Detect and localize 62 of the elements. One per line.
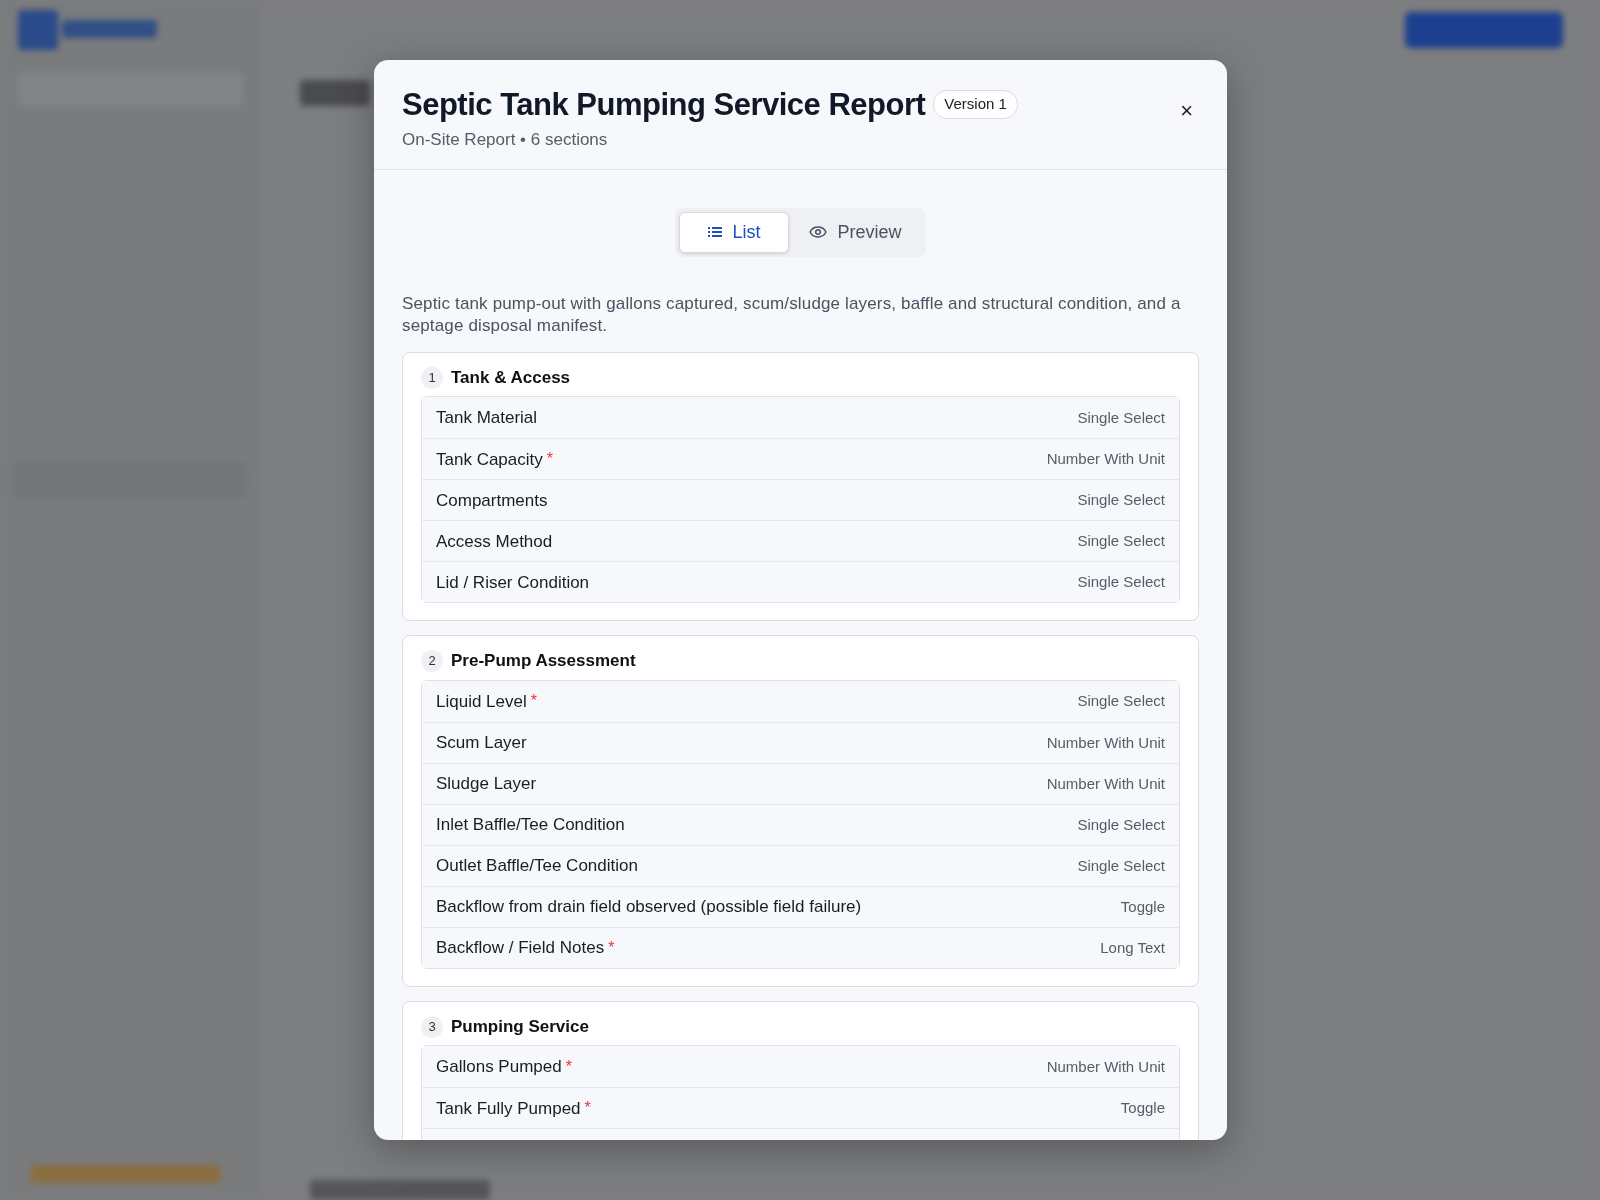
section-title: Tank & Access	[451, 366, 571, 389]
field-type: Single Select	[1077, 814, 1165, 835]
required-mark: *	[546, 449, 553, 470]
field-label: Outlet Baffle/Tee Condition	[436, 855, 638, 878]
field-label: Access Method	[436, 530, 553, 553]
field-label: Tank Capacity	[436, 448, 543, 471]
eye-icon	[809, 226, 828, 239]
dialog-subtitle: On-Site Report • 6 sections	[402, 129, 609, 152]
field-label: Compartments	[436, 489, 548, 512]
required-mark: *	[565, 1056, 572, 1077]
field-label: Gallons Pumped	[436, 1056, 562, 1079]
section-title: Pre-Pump Assessment	[451, 650, 636, 673]
field-type: Number With Unit	[1046, 773, 1165, 794]
field-label: Tank Fully Pumped	[436, 1097, 581, 1120]
field-label: Scum Layer	[436, 732, 527, 755]
field-row[interactable]: Outlet Baffle/Tee Condition Single Select	[422, 844, 1179, 886]
field-type: Single Select	[1077, 407, 1165, 428]
list-icon	[708, 226, 723, 239]
field-row[interactable]: Tank Fully Pumped * Toggle	[422, 1087, 1179, 1129]
field-type: Toggle	[1120, 896, 1165, 917]
version-badge: Version 1	[933, 90, 1018, 119]
required-mark: *	[608, 937, 615, 958]
field-type: Number With Unit	[1046, 449, 1165, 470]
field-type: Toggle	[1120, 1098, 1165, 1119]
close-button[interactable]: ×	[1174, 94, 1199, 127]
field-label: Tank Material	[436, 407, 538, 430]
dialog-title: Septic Tank Pumping Service Report	[402, 86, 926, 124]
field-type: Single Select	[1077, 691, 1165, 712]
field-row[interactable]: Gallons Pumped * Number With Unit	[422, 1046, 1179, 1088]
form-description: Septic tank pump-out with gallons captured, scum/sludge layers, baffle and structural condition, and a septage disposal manifest.	[402, 292, 1182, 338]
field-label: Backflow from drain field observed (possible field failure)	[436, 896, 862, 919]
field-type: Number With Unit	[1046, 1056, 1165, 1077]
field-row[interactable]: Inlet Baffle/Tee Condition Single Select	[422, 803, 1179, 845]
field-label: Liquid Level	[436, 690, 527, 713]
field-row[interactable]: Backflow / Field Notes * Long Text	[422, 926, 1179, 968]
field-row[interactable]: Lid / Riser Condition Single Select	[422, 561, 1179, 603]
field-row[interactable]: Liquid Level * Single Select	[422, 680, 1179, 722]
section-number: 1	[421, 366, 443, 389]
field-type: Single Select	[1077, 572, 1165, 593]
field-row[interactable]: Tank Material Single Select	[422, 397, 1179, 439]
list-view-tab[interactable]: List	[679, 211, 790, 253]
section-number: 2	[421, 650, 443, 673]
field-row[interactable]: Scum Layer Number With Unit	[422, 721, 1179, 763]
field-type: Single Select	[1077, 855, 1165, 876]
field-type: Long Text	[1100, 937, 1165, 958]
preview-tab[interactable]: Preview	[789, 211, 922, 253]
field-label: Inlet Baffle/Tee Condition	[436, 814, 625, 837]
field-label: Lid / Riser Condition	[436, 571, 590, 594]
required-mark: *	[584, 1098, 591, 1119]
field-label: Sludge Layer	[436, 773, 537, 796]
field-row[interactable]: Access Method Single Select	[422, 520, 1179, 562]
required-mark: *	[530, 691, 537, 712]
field-label: Backflow / Field Notes	[436, 937, 605, 960]
field-row[interactable]: Sludge Layer Number With Unit	[422, 762, 1179, 804]
section-number: 3	[421, 1015, 443, 1038]
section-title: Pumping Service	[451, 1015, 589, 1038]
field-row[interactable]: Tank Capacity * Number With Unit	[422, 438, 1179, 480]
field-row[interactable]: Backflow from drain field observed (possible field failure) Toggle	[422, 885, 1179, 927]
field-type: Single Select	[1077, 531, 1165, 552]
field-type: Single Select	[1077, 490, 1165, 511]
field-row[interactable]: Compartments Single Select	[422, 479, 1179, 521]
field-type: Number With Unit	[1046, 732, 1165, 753]
